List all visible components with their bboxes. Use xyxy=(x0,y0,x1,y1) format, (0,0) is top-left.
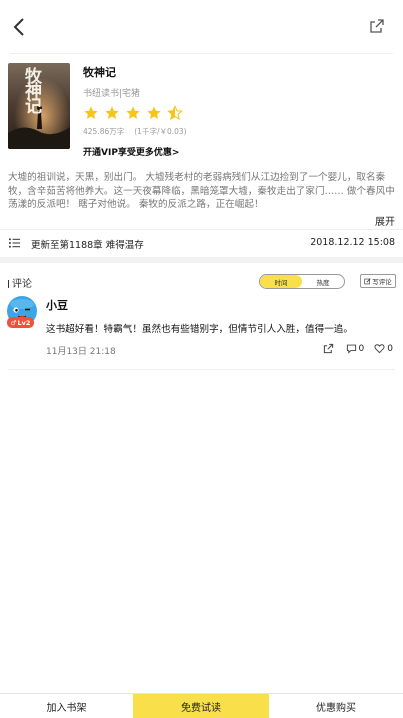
back-button[interactable] xyxy=(8,14,30,40)
comment-date: 11月13日 21:18 xyxy=(46,347,116,357)
gender-icon: ♂ xyxy=(10,318,17,327)
heart-icon xyxy=(374,344,385,354)
like-button[interactable]: 0 xyxy=(374,343,393,354)
level-text: Lv2 xyxy=(17,318,31,327)
chevron-left-icon xyxy=(13,18,24,36)
comment-icon xyxy=(346,344,356,354)
price: (1千字/￥0.03) xyxy=(134,127,187,136)
sort-toggle: 时间 热度 xyxy=(259,274,345,289)
star-icon xyxy=(126,106,140,119)
update-time: 2018.12.12 15:08 xyxy=(310,237,395,248)
level-badge: ♂ Lv2 xyxy=(7,317,34,328)
share-icon xyxy=(370,19,384,33)
comment-share-button[interactable] xyxy=(323,343,336,354)
comments-heading: 评论 xyxy=(8,275,32,290)
sort-by-hot[interactable]: 热度 xyxy=(302,275,344,288)
rating-stars xyxy=(83,105,183,121)
book-description: 大墟的祖训说，天黑，别出门。 大墟残老村的老弱病残们从江边捡到了一个婴儿，取名秦… xyxy=(8,172,395,210)
divider xyxy=(8,369,395,370)
half-star-icon xyxy=(167,105,183,121)
write-comment-button[interactable]: 写评论 xyxy=(360,274,396,288)
vip-link[interactable]: 开通VIP享受更多优惠> xyxy=(83,145,179,158)
word-count: 425.86万字 xyxy=(83,127,125,136)
reply-button[interactable]: 0 xyxy=(346,343,365,354)
heading-marker xyxy=(8,280,9,288)
discount-buy-button[interactable]: 优惠购买 xyxy=(269,694,403,718)
comment-actions: 0 0 xyxy=(313,343,393,354)
book-stats: 425.86万字 (1千字/￥0.03) xyxy=(83,126,187,137)
book-cover[interactable]: 牧神记 xyxy=(8,63,70,149)
reply-count: 0 xyxy=(358,343,365,354)
share-button[interactable] xyxy=(369,18,385,34)
avatar[interactable]: ♂ Lv2 xyxy=(6,296,38,332)
comments-title: 评论 xyxy=(12,279,32,290)
star-icon xyxy=(84,106,98,119)
list-icon xyxy=(9,238,20,248)
write-comment-label: 写评论 xyxy=(372,278,392,286)
star-icon xyxy=(105,106,119,119)
comment-username[interactable]: 小豆 xyxy=(46,297,68,313)
comment-text: 这书超好看！特霸气！虽然也有些错别字，但情节引人入胜，值得一追。 xyxy=(46,324,353,335)
like-count: 0 xyxy=(387,343,393,354)
free-read-button[interactable]: 免费试读 xyxy=(133,694,269,718)
bottom-action-bar: 加入书架 免费试读 优惠购买 xyxy=(0,693,403,718)
top-bar xyxy=(0,0,403,54)
pencil-icon xyxy=(364,277,371,284)
section-separator xyxy=(0,257,403,263)
divider xyxy=(10,53,393,54)
add-to-shelf-button[interactable]: 加入书架 xyxy=(0,694,133,718)
expand-button[interactable]: 展开 xyxy=(375,213,395,228)
book-meta[interactable]: 书纽读书|宅猪 xyxy=(83,86,140,99)
book-title: 牧神记 xyxy=(83,66,116,79)
cover-title: 牧神记 xyxy=(21,67,41,112)
latest-chapter: 更新至第1188章 难得温存 xyxy=(31,240,144,251)
latest-chapter-row[interactable]: 更新至第1188章 难得温存 2018.12.12 15:08 xyxy=(0,230,403,256)
sort-by-time[interactable]: 时间 xyxy=(260,275,302,288)
star-icon xyxy=(147,106,161,119)
share-icon xyxy=(323,343,333,354)
